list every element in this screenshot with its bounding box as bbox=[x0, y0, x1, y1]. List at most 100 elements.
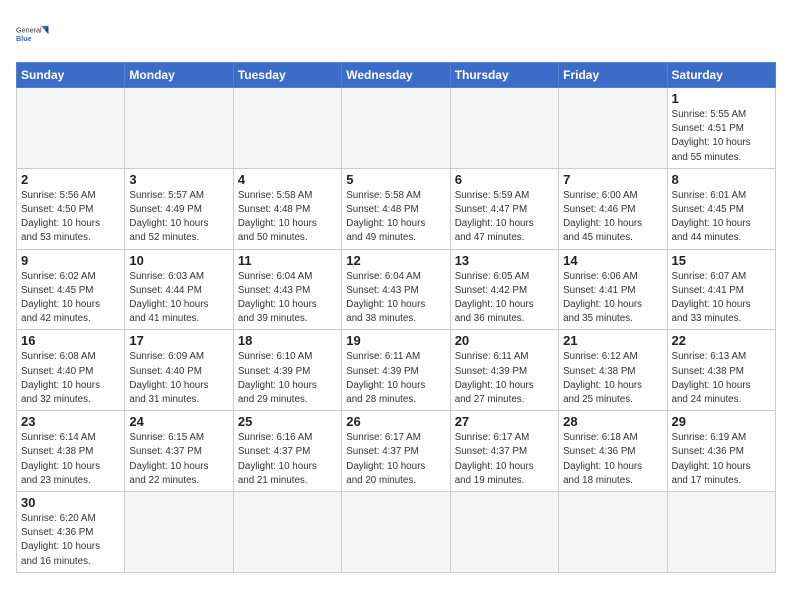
calendar-day-cell bbox=[342, 88, 450, 169]
calendar-day-cell bbox=[342, 492, 450, 573]
day-number: 2 bbox=[21, 172, 120, 187]
day-number: 12 bbox=[346, 253, 445, 268]
calendar-day-cell: 18 Sunrise: 6:10 AM Sunset: 4:39 PM Dayli… bbox=[233, 330, 341, 411]
day-number: 23 bbox=[21, 414, 120, 429]
calendar-day-cell bbox=[125, 88, 233, 169]
calendar-day-cell: 24Sunrise: 6:15 AM Sunset: 4:37 PM Dayli… bbox=[125, 411, 233, 492]
calendar-week-row: 16Sunrise: 6:08 AM Sunset: 4:40 PM Dayli… bbox=[17, 330, 776, 411]
calendar-day-cell bbox=[450, 492, 558, 573]
calendar-day-cell: 7Sunrise: 6:00 AM Sunset: 4:46 PM Daylig… bbox=[559, 168, 667, 249]
calendar-day-cell: 10 Sunrise: 6:03 AM Sunset: 4:44 PM Dayli… bbox=[125, 249, 233, 330]
calendar-header: SundayMondayTuesdayWednesdayThursdayFrid… bbox=[17, 63, 776, 88]
calendar-day-cell: 11 Sunrise: 6:04 AM Sunset: 4:43 PM Dayli… bbox=[233, 249, 341, 330]
day-number: 28 bbox=[563, 414, 662, 429]
day-number: 25 bbox=[238, 414, 337, 429]
day-info: Sunrise: 6:11 AM Sunset: 4:39 PM Dayligh… bbox=[346, 350, 445, 407]
day-number: 27 bbox=[455, 414, 554, 429]
calendar-day-cell: 12 Sunrise: 6:04 AM Sunset: 4:43 PM Dayli… bbox=[342, 249, 450, 330]
calendar-day-cell: 1 Sunrise: 5:55 AM Sunset: 4:51 PM Daylig… bbox=[667, 88, 775, 169]
day-info: Sunrise: 6:18 AM Sunset: 4:36 PM Dayligh… bbox=[563, 431, 662, 488]
day-number: 30 bbox=[21, 495, 120, 510]
calendar-week-row: 2 Sunrise: 5:56 AM Sunset: 4:50 PM Daylig… bbox=[17, 168, 776, 249]
calendar-table: SundayMondayTuesdayWednesdayThursdayFrid… bbox=[16, 62, 776, 573]
calendar-day-cell: 15 Sunrise: 6:07 AM Sunset: 4:41 PM Dayli… bbox=[667, 249, 775, 330]
weekday-header-tuesday: Tuesday bbox=[233, 63, 341, 88]
day-number: 29 bbox=[672, 414, 771, 429]
calendar-week-row: 30 Sunrise: 6:20 AM Sunset: 4:36 PM Dayli… bbox=[17, 492, 776, 573]
day-info: Sunrise: 6:14 AM Sunset: 4:38 PM Dayligh… bbox=[21, 431, 120, 488]
day-info: Sunrise: 6:04 AM Sunset: 4:43 PM Dayligh… bbox=[238, 270, 337, 327]
day-info: Sunrise: 6:04 AM Sunset: 4:43 PM Dayligh… bbox=[346, 270, 445, 327]
day-info: Sunrise: 6:07 AM Sunset: 4:41 PM Dayligh… bbox=[672, 270, 771, 327]
day-number: 13 bbox=[455, 253, 554, 268]
weekday-header-thursday: Thursday bbox=[450, 63, 558, 88]
day-info: Sunrise: 5:56 AM Sunset: 4:50 PM Dayligh… bbox=[21, 189, 120, 246]
day-info: Sunrise: 5:57 AM Sunset: 4:49 PM Dayligh… bbox=[129, 189, 228, 246]
day-info: Sunrise: 6:19 AM Sunset: 4:36 PM Dayligh… bbox=[672, 431, 771, 488]
day-number: 3 bbox=[129, 172, 228, 187]
weekday-header-monday: Monday bbox=[125, 63, 233, 88]
day-number: 11 bbox=[238, 253, 337, 268]
calendar-week-row: 9Sunrise: 6:02 AM Sunset: 4:45 PM Daylig… bbox=[17, 249, 776, 330]
day-number: 7 bbox=[563, 172, 662, 187]
calendar-day-cell: 16Sunrise: 6:08 AM Sunset: 4:40 PM Dayli… bbox=[17, 330, 125, 411]
calendar-day-cell: 23 Sunrise: 6:14 AM Sunset: 4:38 PM Dayli… bbox=[17, 411, 125, 492]
weekday-header-saturday: Saturday bbox=[667, 63, 775, 88]
weekday-header-friday: Friday bbox=[559, 63, 667, 88]
day-number: 1 bbox=[672, 91, 771, 106]
logo: GeneralBlue bbox=[16, 16, 52, 52]
header: GeneralBlue bbox=[16, 16, 776, 52]
day-number: 18 bbox=[238, 333, 337, 348]
calendar-day-cell: 6Sunrise: 5:59 AM Sunset: 4:47 PM Daylig… bbox=[450, 168, 558, 249]
day-info: Sunrise: 6:17 AM Sunset: 4:37 PM Dayligh… bbox=[455, 431, 554, 488]
calendar-day-cell: 30 Sunrise: 6:20 AM Sunset: 4:36 PM Dayli… bbox=[17, 492, 125, 573]
day-number: 8 bbox=[672, 172, 771, 187]
weekday-header-row: SundayMondayTuesdayWednesdayThursdayFrid… bbox=[17, 63, 776, 88]
calendar-day-cell: 9Sunrise: 6:02 AM Sunset: 4:45 PM Daylig… bbox=[17, 249, 125, 330]
svg-text:Blue: Blue bbox=[16, 34, 32, 43]
day-info: Sunrise: 5:58 AM Sunset: 4:48 PM Dayligh… bbox=[346, 189, 445, 246]
calendar-day-cell: 2 Sunrise: 5:56 AM Sunset: 4:50 PM Daylig… bbox=[17, 168, 125, 249]
day-number: 16 bbox=[21, 333, 120, 348]
day-number: 22 bbox=[672, 333, 771, 348]
calendar-day-cell: 8 Sunrise: 6:01 AM Sunset: 4:45 PM Daylig… bbox=[667, 168, 775, 249]
calendar-day-cell bbox=[233, 88, 341, 169]
day-number: 5 bbox=[346, 172, 445, 187]
day-info: Sunrise: 6:16 AM Sunset: 4:37 PM Dayligh… bbox=[238, 431, 337, 488]
calendar-week-row: 23 Sunrise: 6:14 AM Sunset: 4:38 PM Dayli… bbox=[17, 411, 776, 492]
day-number: 10 bbox=[129, 253, 228, 268]
day-number: 4 bbox=[238, 172, 337, 187]
day-info: Sunrise: 6:05 AM Sunset: 4:42 PM Dayligh… bbox=[455, 270, 554, 327]
calendar-day-cell: 5 Sunrise: 5:58 AM Sunset: 4:48 PM Daylig… bbox=[342, 168, 450, 249]
day-info: Sunrise: 6:06 AM Sunset: 4:41 PM Dayligh… bbox=[563, 270, 662, 327]
calendar-day-cell: 19 Sunrise: 6:11 AM Sunset: 4:39 PM Dayli… bbox=[342, 330, 450, 411]
day-info: Sunrise: 6:17 AM Sunset: 4:37 PM Dayligh… bbox=[346, 431, 445, 488]
svg-text:General: General bbox=[16, 26, 42, 35]
calendar-day-cell bbox=[125, 492, 233, 573]
day-number: 21 bbox=[563, 333, 662, 348]
day-number: 15 bbox=[672, 253, 771, 268]
day-info: Sunrise: 6:01 AM Sunset: 4:45 PM Dayligh… bbox=[672, 189, 771, 246]
day-info: Sunrise: 6:20 AM Sunset: 4:36 PM Dayligh… bbox=[21, 512, 120, 569]
calendar-day-cell: 21Sunrise: 6:12 AM Sunset: 4:38 PM Dayli… bbox=[559, 330, 667, 411]
day-info: Sunrise: 6:03 AM Sunset: 4:44 PM Dayligh… bbox=[129, 270, 228, 327]
calendar-day-cell: 20Sunrise: 6:11 AM Sunset: 4:39 PM Dayli… bbox=[450, 330, 558, 411]
day-info: Sunrise: 6:10 AM Sunset: 4:39 PM Dayligh… bbox=[238, 350, 337, 407]
calendar-day-cell: 26 Sunrise: 6:17 AM Sunset: 4:37 PM Dayli… bbox=[342, 411, 450, 492]
calendar-day-cell bbox=[17, 88, 125, 169]
calendar-day-cell: 27 Sunrise: 6:17 AM Sunset: 4:37 PM Dayli… bbox=[450, 411, 558, 492]
day-number: 14 bbox=[563, 253, 662, 268]
day-number: 19 bbox=[346, 333, 445, 348]
weekday-header-wednesday: Wednesday bbox=[342, 63, 450, 88]
calendar-day-cell: 3 Sunrise: 5:57 AM Sunset: 4:49 PM Daylig… bbox=[125, 168, 233, 249]
calendar-day-cell bbox=[559, 492, 667, 573]
day-info: Sunrise: 6:13 AM Sunset: 4:38 PM Dayligh… bbox=[672, 350, 771, 407]
weekday-header-sunday: Sunday bbox=[17, 63, 125, 88]
day-info: Sunrise: 5:55 AM Sunset: 4:51 PM Dayligh… bbox=[672, 108, 771, 165]
day-number: 26 bbox=[346, 414, 445, 429]
day-number: 9 bbox=[21, 253, 120, 268]
day-number: 6 bbox=[455, 172, 554, 187]
calendar-day-cell bbox=[559, 88, 667, 169]
calendar-day-cell: 29 Sunrise: 6:19 AM Sunset: 4:36 PM Dayli… bbox=[667, 411, 775, 492]
day-info: Sunrise: 6:15 AM Sunset: 4:37 PM Dayligh… bbox=[129, 431, 228, 488]
